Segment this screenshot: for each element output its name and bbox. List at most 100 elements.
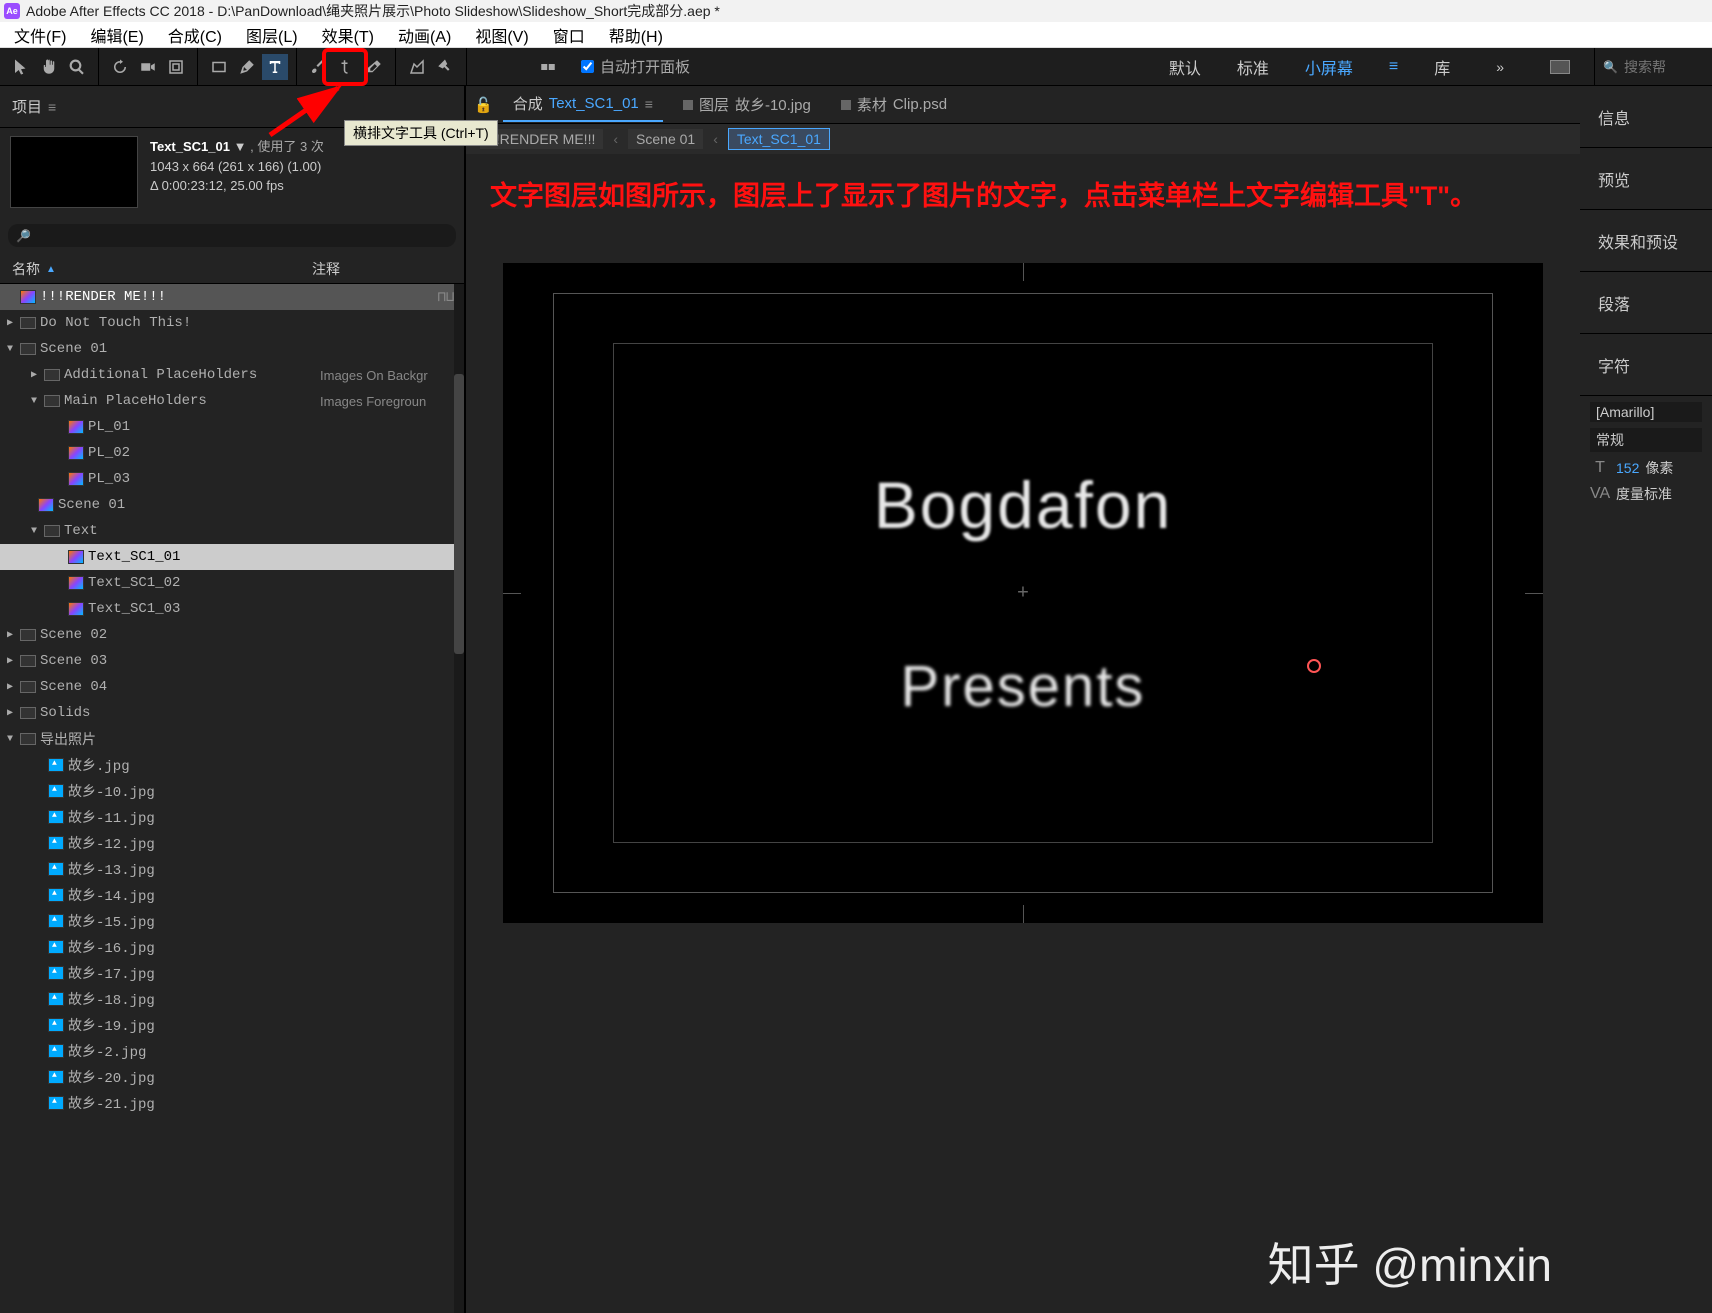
tree-item-export[interactable]: ▼导出照片 [0,726,464,752]
tree-item-render[interactable]: !!!RENDER ME!!!⊓⊔ [0,284,464,310]
workspace-grid-icon[interactable] [1550,60,1570,74]
tree-item-img[interactable]: 故乡-14.jpg [0,882,464,908]
zoom-tool[interactable] [64,54,90,80]
sort-icon[interactable]: ▲ [46,264,56,275]
tree-item-donot[interactable]: ▶Do Not Touch This! [0,310,464,336]
lock-icon[interactable]: 🔓 [474,96,493,114]
menu-help[interactable]: 帮助(H) [597,23,675,47]
tree-item-img[interactable]: 故乡-16.jpg [0,934,464,960]
workspace-standard[interactable]: 标准 [1237,55,1269,79]
col-name-header[interactable]: 名称 [12,259,40,279]
tree-item-img[interactable]: 故乡-11.jpg [0,804,464,830]
font-style-field[interactable]: 常规 [1590,428,1702,452]
tree-item-pl01[interactable]: PL_01 [0,414,464,440]
panel-info[interactable]: 信息 [1580,86,1712,148]
tree-item-text2[interactable]: Text_SC1_02 [0,570,464,596]
tracking-value[interactable]: 度量标准 [1616,484,1672,504]
tree-item-img[interactable]: 故乡-19.jpg [0,1012,464,1038]
breadcrumb-render[interactable]: !!!RENDER ME!!! [480,129,603,149]
project-tree[interactable]: !!!RENDER ME!!!⊓⊔ ▶Do Not Touch This! ▼S… [0,284,464,1313]
tab-composition[interactable]: 合成 Text_SC1_01 ≡ [503,87,663,122]
pen-tool[interactable] [234,54,260,80]
col-note-header[interactable]: 注释 [312,259,452,279]
tree-item-img[interactable]: 故乡-10.jpg [0,778,464,804]
font-size-unit: 像素 [1645,458,1673,478]
guide-tick [1023,263,1024,281]
menu-composition[interactable]: 合成(C) [156,23,234,47]
menu-window[interactable]: 窗口 [541,23,597,47]
tree-item-img[interactable]: 故乡-21.jpg [0,1090,464,1116]
tree-scrollbar[interactable] [454,284,464,1313]
dropdown-icon[interactable]: ▼ [234,139,247,154]
tree-item-text3[interactable]: Text_SC1_03 [0,596,464,622]
panel-effects[interactable]: 效果和预设 [1580,210,1712,272]
menu-view[interactable]: 视图(V) [463,23,540,47]
auto-open-checkbox[interactable] [581,60,594,73]
workspace-menu-icon[interactable]: ≡ [1389,58,1398,76]
font-family-field[interactable]: [Amarillo] [1590,402,1702,422]
tree-item-text[interactable]: ▼Text [0,518,464,544]
auto-open-panel[interactable]: 自动打开面板 [581,56,690,77]
text-layer-1[interactable]: Bogdafon [874,467,1173,543]
panel-paragraph[interactable]: 段落 [1580,272,1712,334]
panel-character[interactable]: 字符 [1580,334,1712,396]
hand-tool[interactable] [36,54,62,80]
tab-menu-icon[interactable]: ≡ [645,96,653,112]
menu-layer[interactable]: 图层(L) [234,23,310,47]
clone-tool[interactable] [333,54,359,80]
project-search-input[interactable] [37,228,448,243]
selection-tool[interactable] [8,54,34,80]
tree-item-mainph[interactable]: ▼Main PlaceHoldersImages Foregroun [0,388,464,414]
tree-item-scene03[interactable]: ▶Scene 03 [0,648,464,674]
tree-item-img[interactable]: 故乡.jpg [0,752,464,778]
flowchart-icon[interactable]: ⊓⊔ [438,289,454,305]
menu-animation[interactable]: 动画(A) [386,23,463,47]
tree-item-pl03[interactable]: PL_03 [0,466,464,492]
workspace-default[interactable]: 默认 [1169,55,1201,79]
tree-item-img[interactable]: 故乡-2.jpg [0,1038,464,1064]
puppet-tool[interactable] [432,54,458,80]
tree-item-text1[interactable]: Text_SC1_01 [0,544,464,570]
project-search[interactable]: 🔎 [8,224,456,247]
tree-item-img[interactable]: 故乡-12.jpg [0,830,464,856]
help-search-input[interactable] [1624,59,1704,75]
pan-behind-tool[interactable] [163,54,189,80]
font-size-value[interactable]: 152 [1616,460,1639,476]
tab-layer[interactable]: 图层 故乡-10.jpg [673,88,821,121]
tree-item-img[interactable]: 故乡-20.jpg [0,1064,464,1090]
breadcrumb-scene[interactable]: Scene 01 [628,129,703,149]
panel-preview[interactable]: 预览 [1580,148,1712,210]
roto-tool[interactable] [404,54,430,80]
tree-item-scene01b[interactable]: Scene 01 [0,492,464,518]
rectangle-tool[interactable] [206,54,232,80]
project-menu-icon[interactable]: ≡ [48,99,56,115]
workspace-more[interactable]: » [1496,59,1504,75]
text-layer-2[interactable]: Presents [901,653,1146,720]
tree-item-img[interactable]: 故乡-13.jpg [0,856,464,882]
type-tool[interactable] [262,54,288,80]
menu-edit[interactable]: 编辑(E) [78,23,155,47]
tree-item-scene01[interactable]: ▼Scene 01 [0,336,464,362]
snapping-tool[interactable] [535,54,561,80]
tree-item-pl02[interactable]: PL_02 [0,440,464,466]
camera-tool[interactable] [135,54,161,80]
orbit-tool[interactable] [107,54,133,80]
tree-item-scene02[interactable]: ▶Scene 02 [0,622,464,648]
comp-canvas[interactable]: + Bogdafon Presents [503,263,1543,923]
breadcrumb-text[interactable]: Text_SC1_01 [728,128,830,150]
menu-file[interactable]: 文件(F) [2,23,78,47]
brush-tool[interactable] [305,54,331,80]
tree-item-addph[interactable]: ▶Additional PlaceHoldersImages On Backgr [0,362,464,388]
workspace-small[interactable]: 小屏幕 [1305,55,1353,79]
workspace-library[interactable]: 库 [1434,55,1450,79]
comp-viewer[interactable]: + Bogdafon Presents [466,233,1580,1313]
comp-thumbnail[interactable] [10,136,138,208]
tree-item-solids[interactable]: ▶Solids [0,700,464,726]
tree-item-img[interactable]: 故乡-17.jpg [0,960,464,986]
tab-footage[interactable]: 素材 Clip.psd [831,88,957,121]
eraser-tool[interactable] [361,54,387,80]
tree-item-scene04[interactable]: ▶Scene 04 [0,674,464,700]
menu-effect[interactable]: 效果(T) [310,23,386,47]
tree-item-img[interactable]: 故乡-15.jpg [0,908,464,934]
tree-item-img[interactable]: 故乡-18.jpg [0,986,464,1012]
